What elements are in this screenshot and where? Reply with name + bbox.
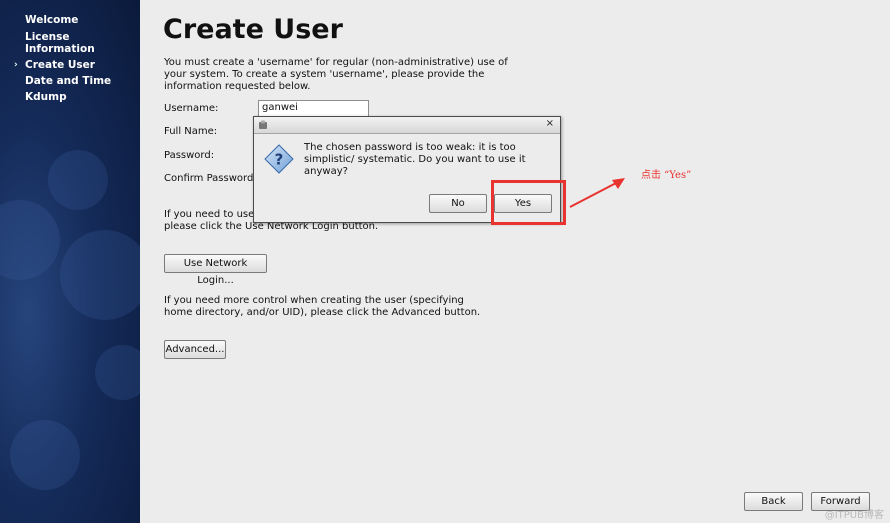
sidebar-item-license[interactable]: License Information	[0, 31, 113, 55]
advanced-button[interactable]: Advanced...	[164, 340, 226, 359]
active-arrow-icon: ›	[14, 60, 18, 70]
decor-circle	[0, 200, 60, 280]
main-panel: Create User You must create a 'username'…	[140, 0, 890, 523]
watermark-text: @ITPUB博客	[824, 510, 884, 521]
username-input[interactable]: ganwei	[258, 100, 369, 117]
network-text-line1: If you need to use	[164, 209, 255, 220]
sidebar-nav: Welcome License Information › Create Use…	[0, 14, 140, 107]
advanced-text: If you need more control when creating t…	[164, 295, 481, 318]
password-label: Password:	[164, 150, 215, 161]
annotation-highlight-box	[491, 180, 566, 225]
decor-circle	[95, 345, 140, 400]
fullname-label: Full Name:	[164, 126, 218, 137]
no-button[interactable]: No	[429, 194, 487, 213]
sidebar: Welcome License Information › Create Use…	[0, 0, 140, 523]
use-network-login-button[interactable]: Use Network Login...	[164, 254, 267, 286]
decor-circle	[10, 420, 80, 490]
annotation-arrow-icon	[569, 178, 625, 208]
decor-circle	[60, 230, 140, 320]
confirm-password-label: Confirm Password:	[164, 173, 257, 184]
sidebar-item-create-user[interactable]: › Create User	[0, 59, 140, 71]
sidebar-item-kdump[interactable]: Kdump	[0, 91, 140, 103]
sidebar-item-welcome[interactable]: Welcome	[0, 14, 140, 26]
sidebar-item-label: Welcome	[25, 14, 79, 26]
sidebar-item-label: Kdump	[25, 91, 67, 103]
sidebar-item-label: Create User	[25, 59, 95, 71]
annotation-text: 点击 “Yes”	[641, 170, 692, 181]
question-icon: ?	[264, 144, 294, 174]
close-icon[interactable]: ×	[546, 118, 554, 129]
svg-text:?: ?	[275, 151, 284, 169]
app-icon	[259, 120, 267, 129]
sidebar-item-date-time[interactable]: Date and Time	[0, 75, 140, 87]
page-title: Create User	[163, 14, 343, 45]
back-button[interactable]: Back	[744, 492, 803, 511]
dialog-message: The chosen password is too weak: it is t…	[304, 142, 526, 177]
sidebar-item-label: Date and Time	[25, 75, 112, 87]
decor-circle	[48, 150, 108, 210]
sidebar-item-label: License Information	[25, 31, 95, 55]
intro-text: You must create a 'username' for regular…	[164, 57, 508, 92]
dialog-titlebar[interactable]: ×	[254, 117, 560, 134]
username-label: Username:	[164, 103, 219, 114]
